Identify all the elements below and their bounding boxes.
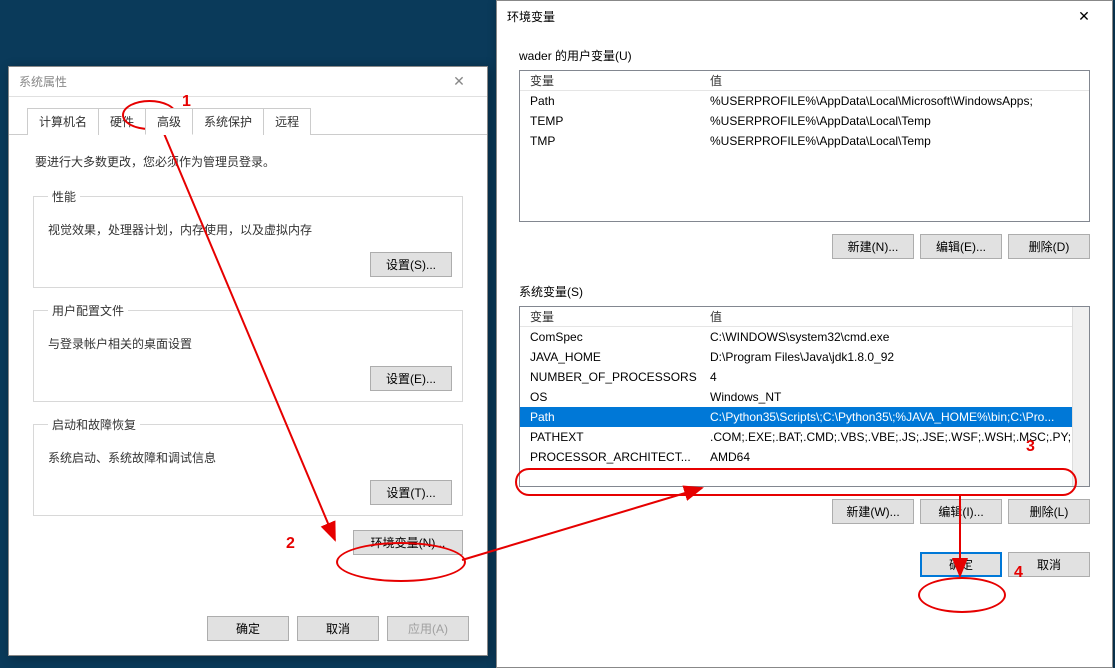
close-icon[interactable]: ✕: [1064, 2, 1104, 30]
system-vars-table[interactable]: 变量 值 ComSpec C:\WINDOWS\system32\cmd.exe…: [519, 306, 1090, 487]
table-row-selected[interactable]: Path C:\Python35\Scripts\;C:\Python35\;%…: [520, 407, 1089, 427]
table-row[interactable]: TMP %USERPROFILE%\AppData\Local\Temp: [520, 131, 1089, 151]
table-row[interactable]: Path %USERPROFILE%\AppData\Local\Microso…: [520, 91, 1089, 111]
user-profile-desc: 与登录帐户相关的桌面设置: [48, 335, 452, 352]
dialog-footer: 确定 取消 应用(A): [207, 616, 469, 641]
user-profile-legend: 用户配置文件: [48, 302, 128, 319]
table-header: 变量 值: [520, 307, 1089, 327]
user-profile-group: 用户配置文件 与登录帐户相关的桌面设置 设置(E)...: [33, 302, 463, 402]
table-header: 变量 值: [520, 71, 1089, 91]
sys-edit-button[interactable]: 编辑(I)...: [920, 499, 1002, 524]
scrollbar[interactable]: [1072, 307, 1089, 486]
titlebar: 系统属性 ✕: [9, 67, 487, 97]
window-title: 系统属性: [19, 73, 67, 90]
table-row[interactable]: TEMP %USERPROFILE%\AppData\Local\Temp: [520, 111, 1089, 131]
table-row[interactable]: NUMBER_OF_PROCESSORS 4: [520, 367, 1089, 387]
titlebar: 环境变量 ✕: [497, 1, 1112, 31]
env-variables-window: 环境变量 ✕ wader 的用户变量(U) 变量 值 Path %USERPRO…: [496, 0, 1113, 668]
tab-remote[interactable]: 远程: [263, 108, 311, 135]
user-profile-settings-button[interactable]: 设置(E)...: [370, 366, 452, 391]
startup-legend: 启动和故障恢复: [48, 416, 140, 433]
startup-recovery-group: 启动和故障恢复 系统启动、系统故障和调试信息 设置(T)...: [33, 416, 463, 516]
system-vars-label: 系统变量(S): [519, 283, 1090, 300]
env-ok-button[interactable]: 确定: [920, 552, 1002, 577]
tab-advanced[interactable]: 高级: [145, 108, 193, 135]
col-value[interactable]: 值: [706, 306, 1089, 327]
env-content: wader 的用户变量(U) 变量 值 Path %USERPROFILE%\A…: [497, 31, 1112, 593]
tab-strip: 计算机名 硬件 高级 系统保护 远程: [9, 97, 487, 135]
table-row[interactable]: OS Windows_NT: [520, 387, 1089, 407]
tab-hardware[interactable]: 硬件: [98, 108, 146, 135]
sysprop-content: 要进行大多数更改，您必须作为管理员登录。 性能 视觉效果，处理器计划，内存使用，…: [9, 135, 487, 567]
sys-delete-button[interactable]: 删除(L): [1008, 499, 1090, 524]
env-cancel-button[interactable]: 取消: [1008, 552, 1090, 577]
col-variable[interactable]: 变量: [526, 306, 706, 327]
tab-system-protection[interactable]: 系统保护: [192, 108, 264, 135]
user-new-button[interactable]: 新建(N)...: [832, 234, 914, 259]
table-row[interactable]: JAVA_HOME D:\Program Files\Java\jdk1.8.0…: [520, 347, 1089, 367]
system-properties-window: 系统属性 ✕ 计算机名 硬件 高级 系统保护 远程 要进行大多数更改，您必须作为…: [8, 66, 488, 656]
sys-new-button[interactable]: 新建(W)...: [832, 499, 914, 524]
col-variable[interactable]: 变量: [526, 70, 706, 91]
col-value[interactable]: 值: [706, 70, 1089, 91]
table-row[interactable]: PATHEXT .COM;.EXE;.BAT;.CMD;.VBS;.VBE;.J…: [520, 427, 1089, 447]
user-vars-label: wader 的用户变量(U): [519, 47, 1090, 64]
user-vars-table[interactable]: 变量 值 Path %USERPROFILE%\AppData\Local\Mi…: [519, 70, 1090, 222]
performance-legend: 性能: [48, 188, 80, 205]
cancel-button[interactable]: 取消: [297, 616, 379, 641]
performance-group: 性能 视觉效果，处理器计划，内存使用，以及虚拟内存 设置(S)...: [33, 188, 463, 288]
performance-desc: 视觉效果，处理器计划，内存使用，以及虚拟内存: [48, 221, 452, 238]
table-row[interactable]: ComSpec C:\WINDOWS\system32\cmd.exe: [520, 327, 1089, 347]
startup-desc: 系统启动、系统故障和调试信息: [48, 449, 452, 466]
window-title: 环境变量: [507, 8, 555, 25]
intro-text: 要进行大多数更改，您必须作为管理员登录。: [35, 153, 461, 170]
performance-settings-button[interactable]: 设置(S)...: [370, 252, 452, 277]
user-edit-button[interactable]: 编辑(E)...: [920, 234, 1002, 259]
apply-button[interactable]: 应用(A): [387, 616, 469, 641]
env-variables-button[interactable]: 环境变量(N)...: [353, 530, 463, 555]
user-delete-button[interactable]: 删除(D): [1008, 234, 1090, 259]
ok-button[interactable]: 确定: [207, 616, 289, 641]
tab-computer-name[interactable]: 计算机名: [27, 108, 99, 135]
table-row[interactable]: PROCESSOR_ARCHITECT... AMD64: [520, 447, 1089, 467]
close-icon[interactable]: ✕: [439, 68, 479, 96]
startup-settings-button[interactable]: 设置(T)...: [370, 480, 452, 505]
